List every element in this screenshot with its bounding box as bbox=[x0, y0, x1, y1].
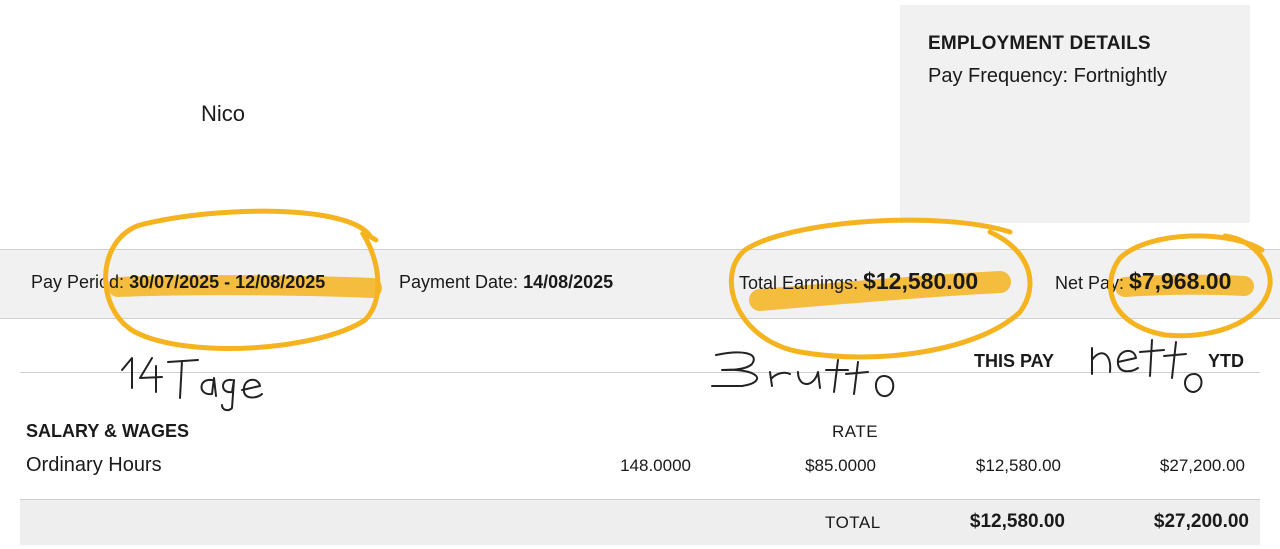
employment-details-title: EMPLOYMENT DETAILS bbox=[928, 33, 1151, 54]
row-rate: $85.0000 bbox=[805, 456, 876, 475]
col-header-this-pay: THIS PAY bbox=[974, 351, 1055, 371]
pay-period-label: Pay Period: bbox=[31, 272, 125, 292]
pay-period: Pay Period: 30/07/2025 - 12/08/2025 bbox=[31, 272, 325, 293]
total-this-pay: $12,580.00 bbox=[969, 511, 1065, 532]
payment-date-label: Payment Date: bbox=[399, 272, 519, 292]
employee-name: Nico bbox=[201, 101, 246, 126]
pay-frequency: Pay Frequency: Fortnightly bbox=[928, 65, 1167, 87]
row-this-pay: $12,580.00 bbox=[975, 456, 1061, 475]
totals-band bbox=[20, 499, 1260, 545]
col-header-rate: RATE bbox=[832, 422, 879, 441]
row-hours: 148.0000 bbox=[620, 456, 691, 475]
net-pay-value: $7,968.00 bbox=[1129, 268, 1232, 294]
payment-date: Payment Date: 14/08/2025 bbox=[399, 272, 613, 293]
col-header-ytd: YTD bbox=[1208, 351, 1244, 371]
total-earnings: Total Earnings: $12,580.00 bbox=[739, 268, 978, 295]
pay-period-value: 30/07/2025 - 12/08/2025 bbox=[129, 272, 326, 292]
total-ytd: $27,200.00 bbox=[1153, 511, 1249, 532]
row-ytd: $27,200.00 bbox=[1159, 456, 1245, 475]
total-earnings-value: $12,580.00 bbox=[863, 268, 979, 294]
net-pay: Net Pay: $7,968.00 bbox=[1055, 268, 1231, 295]
total-label: TOTAL bbox=[825, 513, 881, 532]
net-pay-label: Net Pay: bbox=[1055, 273, 1125, 293]
total-earnings-label: Total Earnings: bbox=[739, 273, 859, 293]
row-label: Ordinary Hours bbox=[26, 454, 162, 476]
divider bbox=[20, 372, 1260, 373]
payment-date-value: 14/08/2025 bbox=[523, 272, 614, 292]
section-title: SALARY & WAGES bbox=[26, 421, 190, 441]
